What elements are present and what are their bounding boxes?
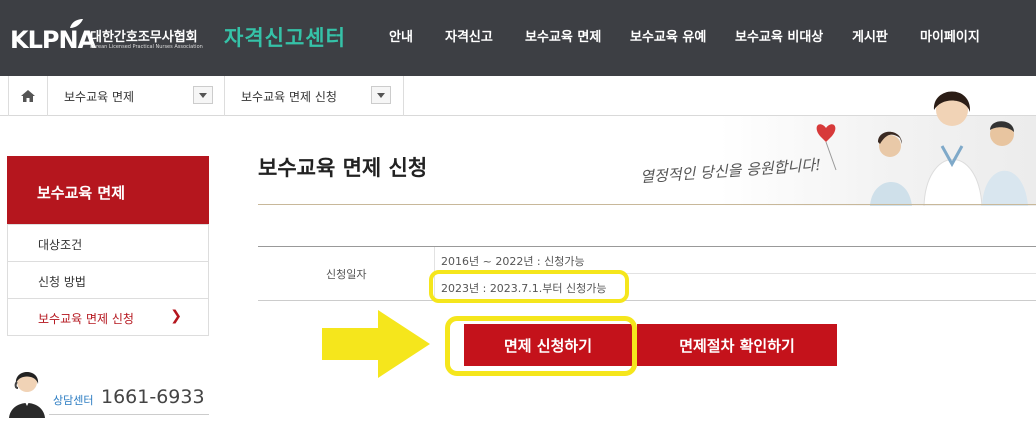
counselor-avatar-icon bbox=[9, 372, 45, 418]
sidebar-menu: 대상조건 신청 방법 보수교육 면제 신청 ❯ bbox=[7, 224, 209, 336]
sidebar-item-conditions[interactable]: 대상조건 bbox=[8, 224, 208, 261]
hero-people-illustration bbox=[720, 91, 1036, 206]
chevron-right-icon: ❯ bbox=[170, 308, 182, 324]
divider bbox=[258, 204, 1036, 205]
nav-item-mypage[interactable]: 마이페이지 bbox=[920, 26, 980, 45]
logo-korean-name: 대한간호조무사협회 bbox=[90, 30, 198, 45]
check-procedure-button[interactable]: 면제절차 확인하기 bbox=[637, 324, 837, 366]
home-icon bbox=[21, 90, 35, 102]
home-button[interactable] bbox=[8, 76, 48, 116]
counsel-phone[interactable]: 1661-6933 bbox=[101, 386, 205, 408]
nav-item-guide[interactable]: 안내 bbox=[389, 26, 413, 45]
counsel-center[interactable]: 상담센터 1661-6933 bbox=[7, 366, 209, 418]
breadcrumb-level2-label: 보수교육 면제 신청 bbox=[241, 90, 337, 104]
breadcrumb-level1[interactable]: 보수교육 면제 bbox=[48, 76, 225, 116]
logo-text: KLPNA bbox=[10, 26, 96, 54]
sidebar-item-apply[interactable]: 보수교육 면제 신청 ❯ bbox=[8, 298, 208, 335]
divider bbox=[258, 246, 1036, 247]
divider bbox=[49, 414, 209, 415]
page-title: 보수교육 면제 신청 bbox=[258, 156, 428, 180]
breadcrumb-level2[interactable]: 보수교육 면제 신청 bbox=[225, 76, 404, 116]
logo-english-name: Korean Licensed Practical Nurses Associa… bbox=[90, 44, 203, 50]
info-row-2016-2022: 2016년 ~ 2022년 : 신청가능 bbox=[441, 255, 585, 268]
nav-item-board[interactable]: 게시판 bbox=[852, 26, 888, 45]
site-title[interactable]: 자격신고센터 bbox=[224, 22, 346, 52]
nav-item-qualification[interactable]: 자격신고 bbox=[445, 26, 493, 45]
sidebar-title: 보수교육 면제 bbox=[7, 156, 209, 224]
sidebar-item-label: 대상조건 bbox=[38, 238, 83, 252]
breadcrumb-level2-dropdown[interactable] bbox=[371, 86, 391, 104]
sidebar-item-label: 보수교육 면제 신청 bbox=[38, 312, 134, 326]
info-label-date: 신청일자 bbox=[326, 268, 367, 281]
nav-item-deferral[interactable]: 보수교육 유예 bbox=[630, 26, 706, 45]
arrow-right-icon bbox=[322, 310, 430, 378]
top-header: KLPNA 대한간호조무사협회 Korean Licensed Practica… bbox=[0, 0, 1036, 76]
counsel-label: 상담센터 bbox=[53, 394, 94, 407]
nav-item-exemption[interactable]: 보수교육 면제 bbox=[525, 26, 601, 45]
sidebar-title-label: 보수교육 면제 bbox=[37, 184, 126, 202]
sidebar-item-method[interactable]: 신청 방법 bbox=[8, 261, 208, 298]
caret-down-icon bbox=[377, 92, 385, 98]
breadcrumb-level1-dropdown[interactable] bbox=[193, 86, 213, 104]
sidebar-item-label: 신청 방법 bbox=[38, 275, 86, 289]
caret-down-icon bbox=[199, 92, 207, 98]
highlight-box bbox=[445, 316, 637, 376]
leaf-icon bbox=[70, 19, 83, 28]
highlight-box bbox=[429, 270, 629, 303]
nav-item-non-target[interactable]: 보수교육 비대상 bbox=[735, 26, 823, 45]
divider bbox=[258, 300, 1036, 301]
breadcrumb-level1-label: 보수교육 면제 bbox=[64, 90, 135, 104]
